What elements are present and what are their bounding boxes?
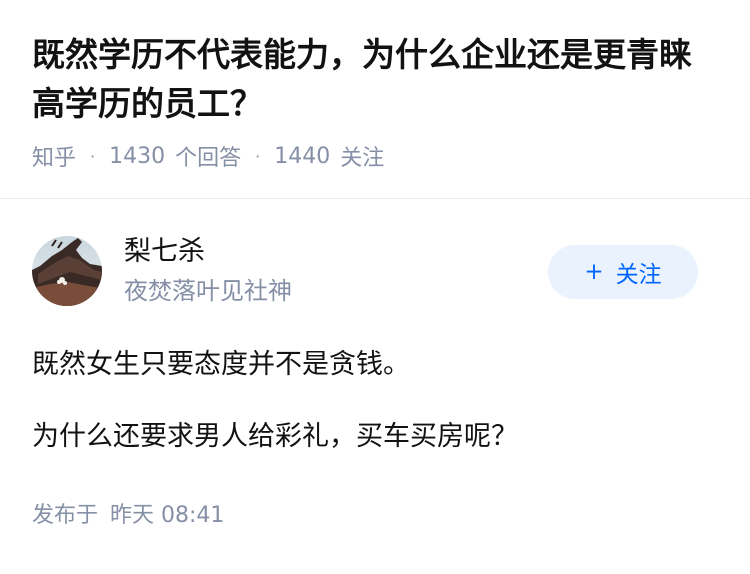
question-title[interactable]: 既然学历不代表能力，为什么企业还是更青睐高学历的员工？ bbox=[32, 30, 718, 128]
question-meta: 知乎 · 1430 个回答 · 1440 关注 bbox=[32, 140, 718, 172]
publish-time: 发布于 昨天 08:41 bbox=[32, 497, 718, 529]
meta-separator: · bbox=[90, 146, 96, 166]
publish-timestamp: 昨天 08:41 bbox=[110, 503, 225, 528]
author-bio: 夜焚落叶见社神 bbox=[124, 277, 292, 305]
plus-icon: + bbox=[584, 259, 604, 285]
answer-paragraph: 为什么还要求男人给彩礼，买车买房呢？ bbox=[32, 421, 518, 452]
follow-button[interactable]: + 关注 bbox=[548, 245, 698, 299]
answer-count: 1430 bbox=[109, 143, 166, 169]
answer-paragraph: 既然女生只要态度并不是贪钱。 bbox=[32, 349, 410, 380]
avatar[interactable] bbox=[32, 236, 102, 306]
follow-button-label: 关注 bbox=[615, 262, 662, 288]
author-info: 梨七杀 夜焚落叶见社神 bbox=[124, 235, 292, 307]
author-name[interactable]: 梨七杀 bbox=[124, 235, 292, 269]
question-header: 既然学历不代表能力，为什么企业还是更青睐高学历的员工？ 知乎 · 1430 个回… bbox=[0, 0, 750, 172]
answer-count-label: 个回答 bbox=[175, 146, 242, 171]
source-label[interactable]: 知乎 bbox=[32, 140, 76, 172]
follower-count-label: 关注 bbox=[340, 146, 385, 171]
follower-count: 1440 bbox=[274, 143, 331, 169]
publish-prefix: 发布于 bbox=[32, 503, 99, 528]
answer-content[interactable]: 既然女生只要态度并不是贪钱。 为什么还要求男人给彩礼，买车买房呢？ bbox=[32, 345, 718, 457]
answer-card: 梨七杀 夜焚落叶见社神 + 关注 既然女生只要态度并不是贪钱。 为什么还要求男人… bbox=[0, 199, 750, 529]
meta-separator: · bbox=[255, 146, 261, 166]
